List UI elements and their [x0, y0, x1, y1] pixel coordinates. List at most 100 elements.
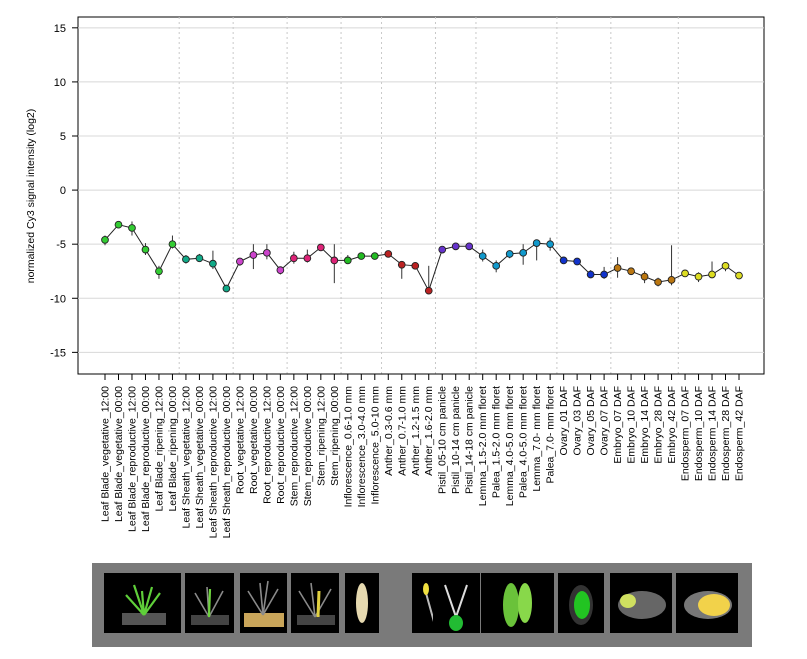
data-point [694, 272, 703, 281]
data-point [600, 270, 608, 279]
data-point [532, 239, 541, 247]
data-point [236, 257, 244, 266]
data-point [370, 252, 379, 260]
data-point [654, 278, 662, 286]
x-tick-label: Anther_1.2-1.5 mm [410, 386, 422, 476]
thumb-endosperm-seed [676, 573, 738, 633]
x-tick-label: Anther_0.3-0.6 mm [383, 386, 395, 476]
data-point [627, 267, 635, 276]
x-tick-label: Root_vegetative_00:00 [248, 386, 260, 494]
x-tick-label: Anther_0.7-1.0 mm [396, 386, 408, 476]
data-point [708, 270, 716, 279]
thumb-lemma-palea [481, 573, 554, 633]
data-point [290, 254, 298, 263]
x-tick-label: Stem_ripening_00:00 [329, 386, 341, 486]
x-tick-label: Palea_7.0- mm floret [545, 386, 557, 484]
x-tick-label: Endosperm_07 DAF [680, 386, 692, 481]
x-tick-label: Embryo_07 DAF [612, 386, 624, 464]
y-tick-label: -10 [50, 293, 66, 305]
x-tick-label: Lemma_7.0- mm floret [531, 386, 543, 492]
data-point [735, 271, 743, 280]
x-tick-label: Leaf Sheath_vegetative_00:00 [194, 386, 206, 529]
data-point [492, 261, 501, 270]
ripening-plant-icon [244, 580, 284, 627]
data-point [681, 269, 689, 278]
y-tick-label: 5 [60, 131, 66, 143]
x-tick-label: Lemma_1.5-2.0 mm floret [477, 386, 489, 506]
data-point [114, 220, 123, 229]
data-point [667, 276, 676, 284]
data-point [438, 245, 447, 254]
x-tick-label: Root_reproductive_12:00 [261, 386, 273, 504]
x-tick-label: Leaf Blade_vegetative_00:00 [113, 386, 125, 522]
data-point [546, 240, 554, 249]
thumb-inflorescence [345, 573, 379, 633]
data-point [411, 261, 420, 270]
data-point [357, 252, 366, 260]
x-tick-label: Embryo_28 DAF [653, 386, 665, 464]
data-point [613, 264, 622, 272]
x-tick-label: Pistil_10-14 cm panicle [450, 386, 462, 494]
x-tick-label: Leaf Blade_vegetative_12:00 [100, 386, 112, 522]
data-point [640, 272, 649, 281]
data-point [519, 248, 528, 257]
vegetative-plant-icon [122, 584, 166, 625]
embryo-seed-icon [618, 591, 666, 619]
data-point [384, 250, 393, 258]
data-point [573, 257, 581, 266]
data-point [330, 256, 339, 265]
panicle-plant-icon [297, 582, 335, 625]
x-tick-label: Palea_1.5-2.0 mm floret [491, 386, 503, 498]
data-point [195, 254, 204, 263]
thumb-reproductive-plant [185, 573, 234, 633]
x-tick-label: Inflorescence_5.0-10 mm [369, 386, 381, 505]
y-tick-label: 0 [60, 185, 66, 197]
y-tick-label: 10 [54, 77, 66, 89]
data-point [101, 236, 109, 244]
x-tick-label: Leaf Blade_reproductive_12:00 [127, 386, 139, 532]
group-separators [178, 17, 679, 374]
y-axis-label: normalized Cy3 signal intensity (log2) [25, 109, 37, 284]
data-point [263, 248, 271, 257]
x-tick-label: Leaf Blade_reproductive_00:00 [140, 386, 152, 532]
thumb-ripening-plant-soil [240, 573, 287, 633]
data-point [182, 255, 190, 264]
x-tick-label: Leaf Sheath_reproductive_00:00 [221, 386, 233, 539]
x-tick-label: Root_reproductive_00:00 [275, 386, 287, 504]
y-tick-label: 15 [54, 23, 66, 35]
x-tick-label: Endosperm_10 DAF [693, 386, 705, 481]
thumb-ripening-plant-panicle [291, 573, 339, 633]
data-point [586, 270, 595, 279]
x-tick-label: Embryo_14 DAF [639, 386, 651, 464]
ovary-icon [569, 585, 593, 625]
data-point [141, 245, 150, 254]
y-tick-label: -15 [50, 347, 66, 359]
data-point [465, 242, 474, 251]
inflorescence-icon [356, 583, 368, 623]
data-point [343, 256, 352, 265]
x-tick-label: Ovary_07 DAF [599, 386, 611, 455]
x-tick-label: Lemma_4.0-5.0 mm floret [504, 386, 516, 506]
x-tick-label: Root_vegetative_12:00 [234, 386, 246, 494]
data-point [303, 254, 312, 263]
reproductive-plant-icon [191, 586, 229, 625]
x-axis: Leaf Blade_vegetative_12:00 Leaf Blade_ve… [100, 373, 746, 539]
thumb-ovary [558, 573, 604, 633]
thumb-embryo-seed [610, 573, 672, 633]
data-points [101, 220, 743, 295]
data-point [559, 256, 568, 265]
data-point [249, 251, 258, 259]
data-point [478, 252, 487, 260]
data-point [155, 267, 163, 276]
data-point [276, 266, 285, 274]
data-point [128, 224, 136, 232]
x-tick-label: Pistil_14-18 cm panicle [464, 386, 476, 494]
data-point [209, 259, 217, 268]
data-point [505, 250, 514, 258]
thumb-pistil [433, 573, 480, 633]
endosperm-seed-icon [684, 591, 732, 619]
x-tick-label: Inflorescence_0.6-1.0 mm [342, 386, 354, 508]
lemma-palea-icon [503, 583, 532, 627]
x-tick-label: Endosperm_28 DAF [720, 386, 732, 481]
x-tick-label: Endosperm_14 DAF [707, 386, 719, 481]
